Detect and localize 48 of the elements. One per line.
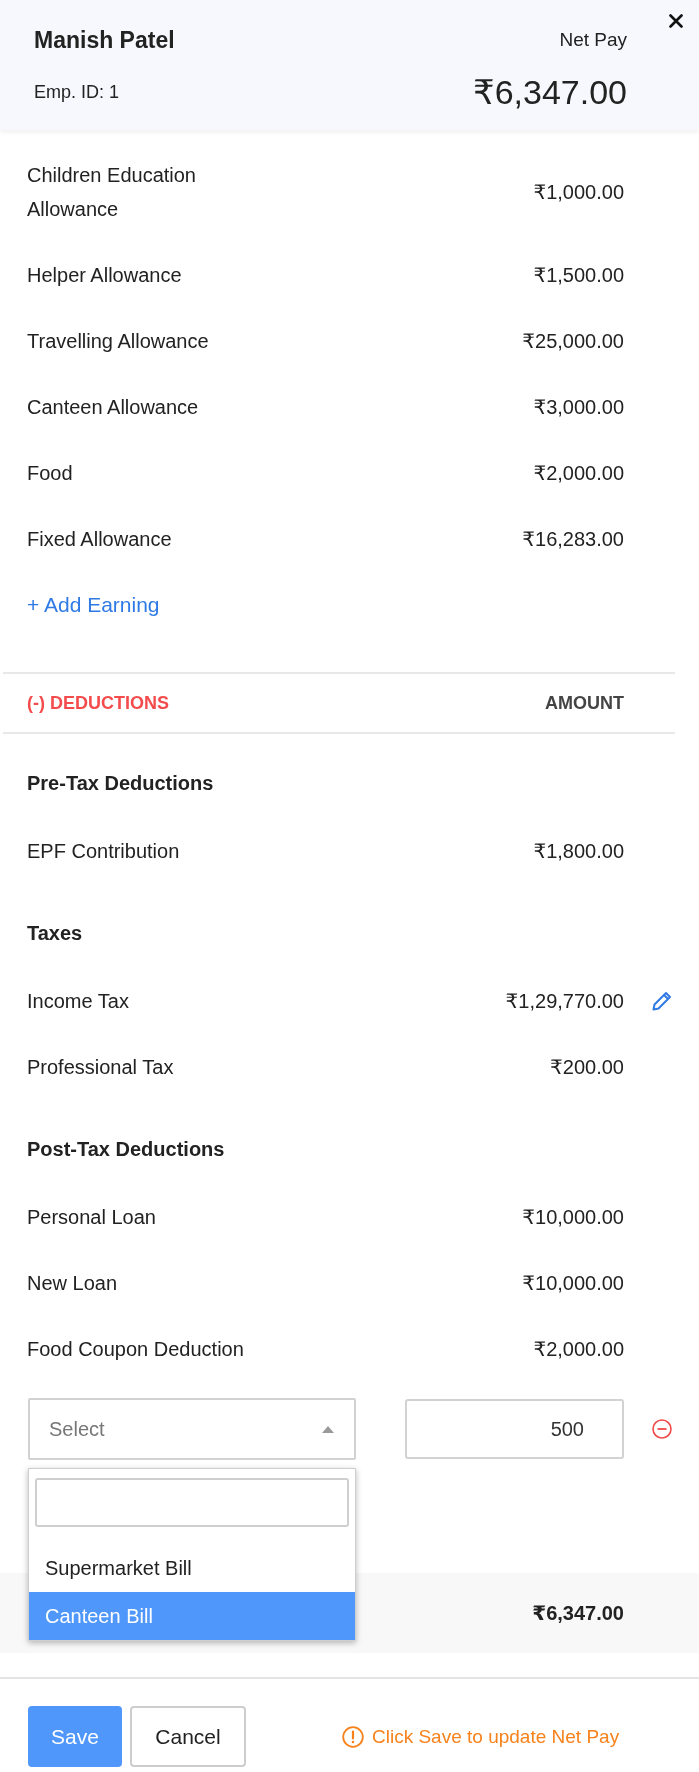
column-header: (-) DEDUCTIONS: [27, 692, 169, 714]
earning-name: Travelling Allowance: [27, 329, 210, 354]
deduction-amount: ₹1,29,770.00: [505, 989, 624, 1014]
pencil-icon[interactable]: [650, 990, 673, 1012]
cancel-button[interactable]: Cancel: [130, 1706, 246, 1767]
save-button[interactable]: Save: [28, 1706, 122, 1767]
net-pay-amount: ₹6,347.00: [473, 72, 627, 112]
earning-name: Food: [27, 461, 74, 486]
earning-name: Helper Allowance: [27, 263, 183, 288]
net-pay-label: Net Pay: [559, 29, 627, 51]
earning-amount: ₹16,283.00: [522, 527, 624, 552]
deduction-amount: ₹10,000.00: [522, 1205, 624, 1230]
add-earning-link[interactable]: + Add Earning: [27, 593, 160, 616]
earning-amount: ₹2,000.00: [533, 461, 624, 486]
earning-name: Canteen Allowance: [27, 395, 200, 420]
deduction-amount: ₹200.00: [550, 1055, 624, 1080]
deduction-amount: ₹10,000.00: [522, 1271, 624, 1296]
caret-icon: [322, 1425, 334, 1433]
earning-name: Children Education Allowance: [27, 163, 197, 222]
select-field[interactable]: Select: [28, 1398, 356, 1460]
search-field[interactable]: [35, 1478, 349, 1527]
employee-id: Emp. ID: 1: [34, 81, 120, 103]
notice-text: Click Save to update Net Pay: [372, 1725, 620, 1748]
earning-amount: ₹25,000.00: [522, 329, 624, 354]
total-amount: ₹6,347.00: [532, 1601, 624, 1625]
amount-input[interactable]: 500: [405, 1399, 624, 1459]
deduction-name: EPF Contribution: [27, 839, 181, 864]
earning-amount: ₹1,000.00: [533, 180, 624, 205]
deduction-name: Personal Loan: [27, 1205, 157, 1230]
earning-name: Fixed Allowance: [27, 527, 173, 552]
deduction-amount: ₹1,800.00: [533, 839, 624, 864]
column-header: AMOUNT: [545, 692, 624, 714]
group-title: Post-Tax Deductions: [27, 1138, 225, 1160]
remove-icon[interactable]: [651, 1419, 672, 1439]
deduction-name: Professional Tax: [27, 1055, 175, 1080]
deduction-name: New Loan: [27, 1271, 119, 1296]
employee-name: Manish Patel: [34, 26, 175, 54]
earning-amount: ₹3,000.00: [533, 395, 624, 420]
deduction-amount: ₹2,000.00: [533, 1337, 624, 1362]
alert-icon: [342, 1725, 364, 1748]
deduction-name: Income Tax: [27, 989, 130, 1014]
deduction-name: Food Coupon Deduction: [27, 1337, 245, 1362]
dropdown-option[interactable]: Canteen Bill: [29, 1592, 355, 1640]
earning-amount: ₹1,500.00: [533, 263, 624, 288]
close-icon[interactable]: [669, 14, 683, 28]
group-title: Pre-Tax Deductions: [27, 772, 214, 794]
group-title: Taxes: [27, 922, 83, 944]
dropdown-option[interactable]: Supermarket Bill: [29, 1544, 355, 1592]
